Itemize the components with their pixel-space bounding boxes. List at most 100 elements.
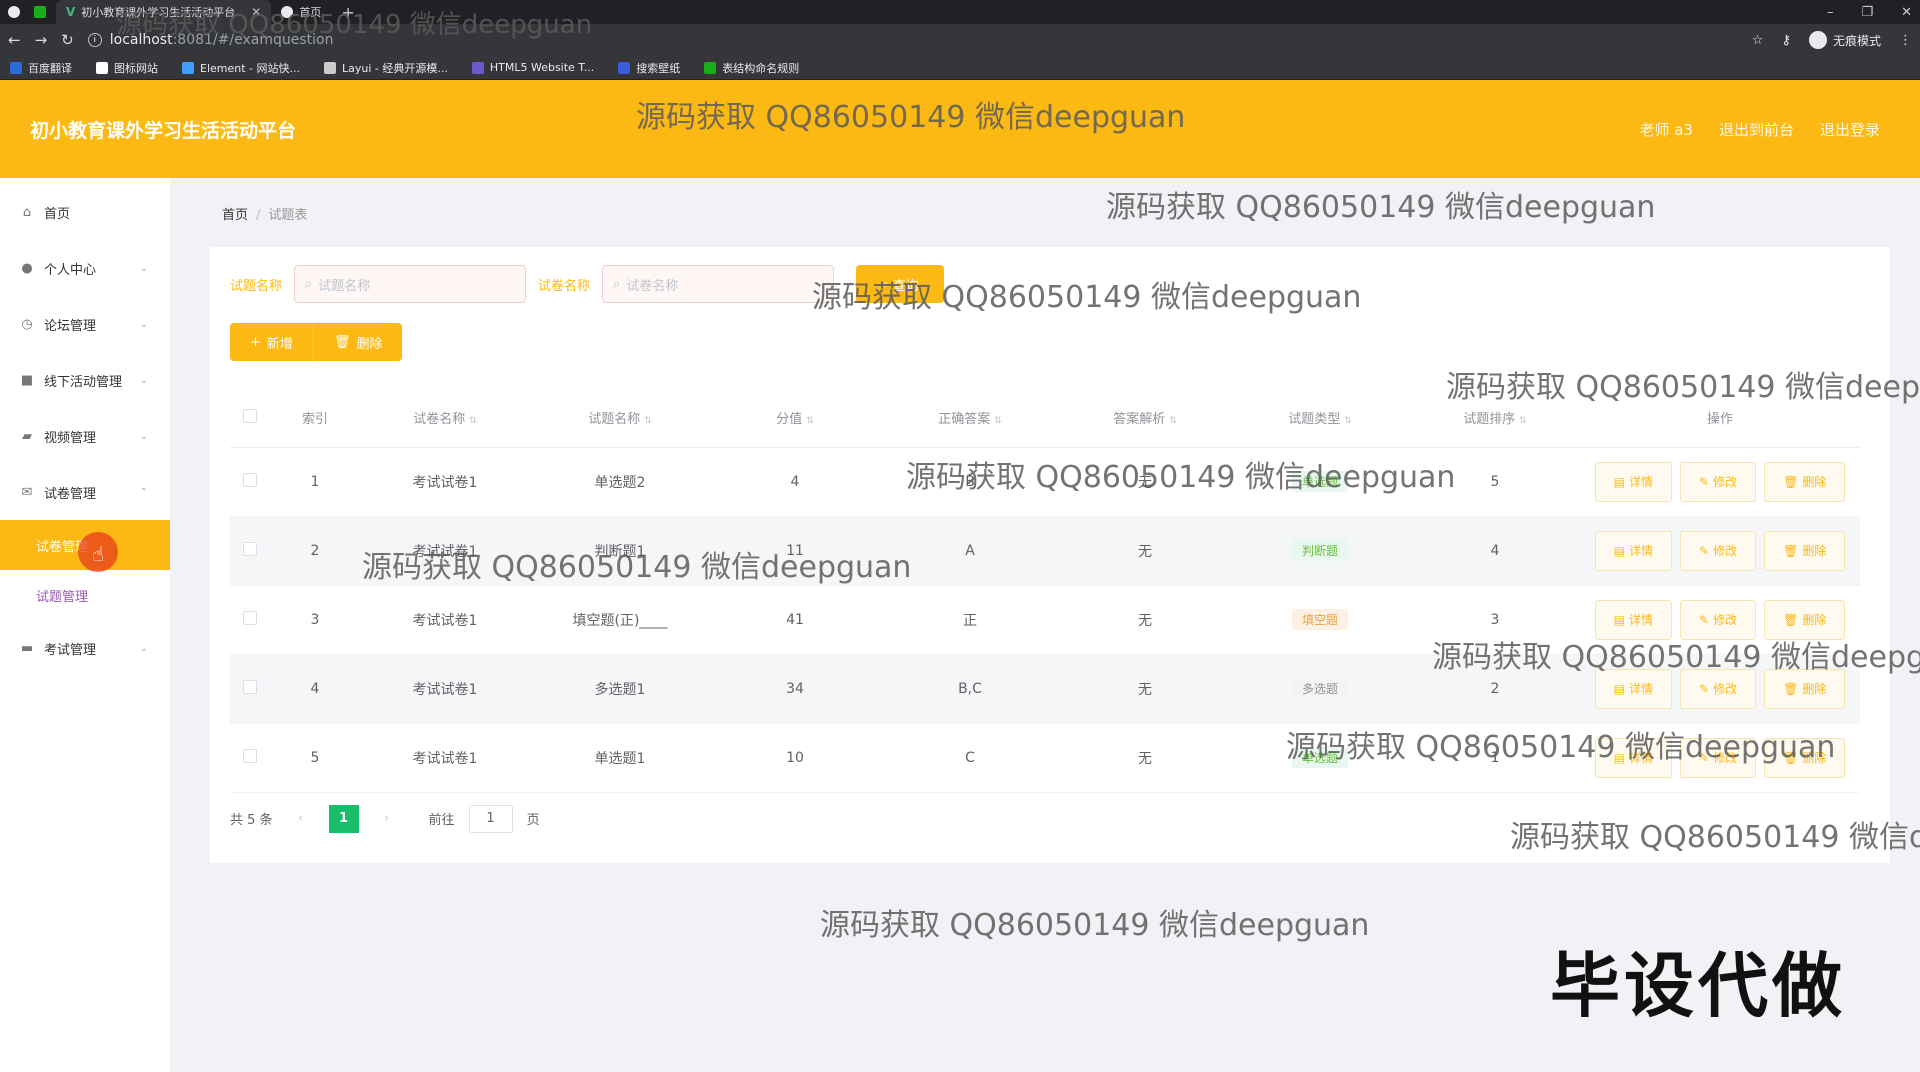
- detail-button[interactable]: ▤ 详情: [1594, 530, 1673, 571]
- column-header[interactable]: 试题名称 ⇅: [530, 389, 710, 448]
- row-checkbox[interactable]: [243, 748, 257, 763]
- close-tab-icon[interactable]: ✕: [251, 5, 261, 19]
- app-favicon-icon[interactable]: [34, 6, 46, 18]
- sidebar-item-profile[interactable]: ● 个人中心 ⌄: [0, 240, 170, 296]
- edit-label: 修改: [1713, 751, 1738, 765]
- video-icon: ▰: [22, 428, 32, 444]
- select-all-checkbox[interactable]: [243, 408, 257, 423]
- column-header[interactable]: 答案解析 ⇅: [1060, 389, 1230, 448]
- breadcrumb-home[interactable]: 首页: [222, 208, 248, 223]
- sort-icon[interactable]: ⇅: [1169, 416, 1177, 426]
- edit-button[interactable]: ✎ 修改: [1680, 461, 1757, 502]
- forward-icon[interactable]: →: [35, 31, 48, 49]
- back-icon[interactable]: ←: [8, 31, 21, 49]
- search-button[interactable]: ⌕ 查询: [856, 265, 945, 303]
- edit-button[interactable]: ✎ 修改: [1680, 530, 1757, 571]
- star-icon[interactable]: ☆: [1752, 33, 1764, 48]
- search-label-question: 试题名称: [230, 278, 283, 294]
- detail-button[interactable]: ▤ 详情: [1594, 599, 1673, 640]
- sidebar-subitem-paper-manage[interactable]: 试卷管理 ☝: [0, 520, 170, 572]
- window-controls: – ❐ ✕: [1827, 0, 1912, 24]
- info-icon[interactable]: i: [87, 33, 102, 47]
- content-panel: 试题名称 ⌕ 试题名称 试卷名称 ⌕ 试卷名称 ⌕ 查询 + 新增 🗑 删除 索…: [210, 247, 1890, 863]
- chevron-down-icon: ⌄: [139, 318, 148, 330]
- address-bar: ← → ↻ i localhost:8081/#/examquestion ☆ …: [0, 24, 1920, 56]
- bookmark-item[interactable]: 图标网站: [96, 60, 158, 76]
- sidebar-subitem-question-manage[interactable]: 试题管理: [0, 570, 170, 620]
- sidebar-item-exam[interactable]: ▬ 考试管理 ⌄: [0, 620, 170, 676]
- bookmark-item[interactable]: Layui - 经典开源模...: [324, 60, 448, 76]
- table-row[interactable]: 1 考试试卷1 单选题2 4 B 无单选题 5 ▤ 详情 ✎ 修改 🗑 删除: [230, 447, 1860, 517]
- incognito-badge[interactable]: 无痕模式: [1808, 31, 1881, 49]
- question-name-input[interactable]: ⌕ 试题名称: [294, 265, 527, 303]
- more-menu-icon[interactable]: ⋮: [1899, 33, 1912, 48]
- column-header[interactable]: 试卷名称 ⇅: [360, 389, 530, 448]
- new-tab-icon[interactable]: +: [341, 3, 354, 22]
- delete-button[interactable]: 🗑 删除: [1764, 668, 1846, 709]
- table-row[interactable]: 4 考试试卷1 多选题1 34 B,C 无多选题 2 ▤ 详情 ✎ 修改 🗑 删除: [230, 654, 1860, 724]
- key-icon[interactable]: ⚷: [1781, 33, 1791, 48]
- delete-button[interactable]: 🗑 删除: [1764, 461, 1846, 502]
- sort-icon[interactable]: ⇅: [1519, 416, 1527, 426]
- column-header[interactable]: 正确答案 ⇅: [880, 389, 1060, 448]
- exit-to-front-link[interactable]: 退出到前台: [1719, 119, 1794, 140]
- logout-link[interactable]: 退出登录: [1820, 119, 1880, 140]
- sidebar-item-video[interactable]: ▰ 视频管理 ⌄: [0, 408, 170, 464]
- row-checkbox[interactable]: [243, 541, 257, 556]
- close-window-icon[interactable]: ✕: [1901, 5, 1912, 20]
- bookmark-item[interactable]: Element - 网站快...: [182, 60, 300, 76]
- detail-button[interactable]: ▤ 详情: [1594, 461, 1673, 502]
- sort-icon[interactable]: ⇅: [806, 416, 814, 426]
- add-button[interactable]: + 新增: [230, 323, 313, 361]
- batch-delete-button[interactable]: 🗑 删除: [312, 323, 403, 361]
- edit-button[interactable]: ✎ 修改: [1680, 599, 1757, 640]
- sort-icon[interactable]: ⇅: [994, 416, 1002, 426]
- delete-button[interactable]: 🗑 删除: [1764, 737, 1846, 778]
- browser-menu-icon[interactable]: [8, 6, 20, 18]
- goto-label: 前往: [428, 813, 455, 828]
- delete-button[interactable]: 🗑 删除: [1764, 530, 1846, 571]
- cell-order: 5: [1410, 447, 1580, 517]
- table-row[interactable]: 2 考试试卷1 判断题1 11 A 无判断题 4 ▤ 详情 ✎ 修改 🗑 删除: [230, 516, 1860, 586]
- prev-page-icon[interactable]: ‹: [287, 805, 315, 833]
- row-checkbox[interactable]: [243, 679, 257, 694]
- edit-button[interactable]: ✎ 修改: [1680, 668, 1757, 709]
- table-row[interactable]: 5 考试试卷1 单选题1 10 C 无单选题 1 ▤ 详情 ✎ 修改 🗑 删除: [230, 723, 1860, 793]
- reload-icon[interactable]: ↻: [61, 31, 74, 49]
- sort-icon[interactable]: ⇅: [469, 416, 477, 426]
- browser-tab-active[interactable]: V 初小教育课外学习生活活动平台 ✕: [56, 0, 272, 24]
- detail-button[interactable]: ▤ 详情: [1594, 737, 1673, 778]
- row-checkbox[interactable]: [243, 472, 257, 487]
- column-header[interactable]: 试题排序 ⇅: [1410, 389, 1580, 448]
- bookmark-icon: [704, 61, 717, 74]
- bookmark-label: 搜索壁纸: [636, 61, 681, 75]
- table-row[interactable]: 3 考试试卷1 填空题(正)____ 41 正无填空题 3 ▤ 详情 ✎ 修改 🗑 删除: [230, 585, 1860, 655]
- column-header[interactable]: 分值 ⇅: [710, 389, 880, 448]
- minimize-icon[interactable]: –: [1827, 5, 1834, 20]
- column-header[interactable]: 试题类型 ⇅: [1230, 389, 1410, 448]
- sidebar-item-offline-activity[interactable]: ■ 线下活动管理 ⌄: [0, 352, 170, 408]
- bookmark-item[interactable]: HTML5 Website T...: [471, 61, 594, 74]
- edit-button[interactable]: ✎ 修改: [1680, 737, 1757, 778]
- sidebar-item-paper[interactable]: ✉ 试卷管理 ⌃: [0, 464, 170, 520]
- sort-icon[interactable]: ⇅: [1344, 416, 1352, 426]
- tab-title: 初小教育课外学习生活活动平台: [81, 6, 236, 19]
- url-field[interactable]: i localhost:8081/#/examquestion: [87, 32, 1738, 48]
- detail-button[interactable]: ▤ 详情: [1594, 668, 1673, 709]
- mail-icon: ✉: [21, 484, 33, 500]
- bookmark-item[interactable]: 表结构命名规则: [704, 60, 799, 76]
- browser-tab[interactable]: 首页: [271, 0, 331, 24]
- restore-icon[interactable]: ❐: [1861, 5, 1873, 20]
- page-number-current[interactable]: 1: [328, 804, 359, 833]
- row-checkbox[interactable]: [243, 610, 257, 625]
- sidebar: ⌂ 首页 ● 个人中心 ⌄ ◷ 论坛管理 ⌄ ■ 线下活动管理 ⌄ ▰ 视频管理…: [0, 178, 170, 1072]
- delete-button[interactable]: 🗑 删除: [1764, 599, 1846, 640]
- sidebar-item-home[interactable]: ⌂ 首页: [0, 184, 170, 240]
- paper-name-input[interactable]: ⌕ 试卷名称: [602, 265, 835, 303]
- sort-icon[interactable]: ⇅: [644, 416, 652, 426]
- bookmark-item[interactable]: 百度翻译: [10, 60, 72, 76]
- goto-page-input[interactable]: 1: [468, 804, 513, 833]
- sidebar-item-forum[interactable]: ◷ 论坛管理 ⌄: [0, 296, 170, 352]
- bookmark-item[interactable]: 搜索壁纸: [618, 60, 680, 76]
- next-page-icon[interactable]: ›: [373, 805, 401, 833]
